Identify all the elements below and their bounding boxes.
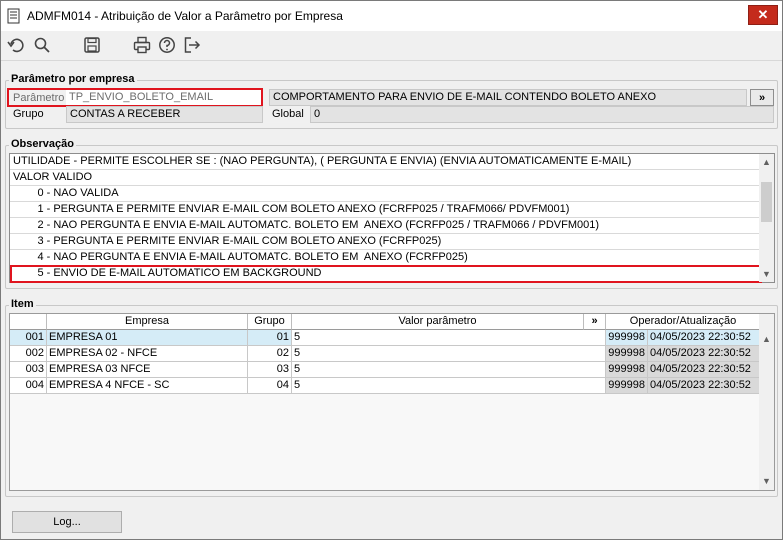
observacao-line: VALOR VALIDO — [10, 170, 760, 186]
log-button[interactable]: Log... — [12, 511, 122, 533]
col-expand-button[interactable]: » — [584, 314, 606, 330]
toolbar — [1, 31, 782, 61]
row-empresa: EMPRESA 4 NFCE - SC — [47, 378, 248, 394]
observacao-line: 2 - NAO PERGUNTA E ENVIA E-MAIL AUTOMATC… — [10, 218, 760, 234]
row-valor[interactable]: 5 — [292, 378, 606, 394]
row-valor[interactable]: 5 — [292, 346, 606, 362]
col-header-empresa[interactable]: Empresa — [47, 314, 248, 330]
row-data: 04/05/2023 22:30:52 — [648, 346, 761, 362]
exit-icon[interactable] — [182, 35, 202, 55]
row-grupo: 04 — [248, 378, 292, 394]
col-header-grupo[interactable]: Grupo — [248, 314, 292, 330]
row-grupo: 02 — [248, 346, 292, 362]
row-code: 004 — [10, 378, 47, 394]
print-icon[interactable] — [132, 35, 152, 55]
row-valor-input[interactable]: 5 — [292, 330, 606, 346]
scroll-thumb[interactable] — [761, 182, 772, 222]
scroll-up-icon[interactable]: ▲ — [762, 334, 771, 344]
item-grid[interactable]: Empresa Grupo Valor parâmetro » Operador… — [9, 313, 775, 491]
observacao-line: 4 - NAO PERGUNTA E ENVIA E-MAIL AUTOMATC… — [10, 250, 760, 266]
highlight-parametro — [7, 88, 263, 107]
undo-icon[interactable] — [6, 35, 26, 55]
scroll-down-icon[interactable]: ▼ — [762, 476, 771, 486]
observacao-scrollbar[interactable]: ▲ ▼ — [759, 154, 774, 282]
app-window: ADMFM014 - Atribuição de Valor a Parâmet… — [0, 0, 783, 540]
col-header-operador[interactable]: Operador/Atualização — [606, 314, 761, 330]
row-code: 001 — [10, 330, 47, 346]
parametro-description: COMPORTAMENTO PARA ENVIO DE E-MAIL CONTE… — [269, 89, 747, 106]
row-grupo: 01 — [248, 330, 292, 346]
close-icon: ✕ — [757, 7, 769, 22]
help-icon[interactable] — [157, 35, 177, 55]
search-icon[interactable] — [32, 35, 52, 55]
scroll-up-icon[interactable]: ▲ — [762, 157, 771, 167]
row-data: 04/05/2023 22:30:52 — [648, 330, 761, 346]
document-icon — [7, 8, 21, 24]
grupo-field: CONTAS A RECEBER — [66, 106, 263, 123]
save-icon[interactable] — [82, 35, 102, 55]
row-grupo: 03 — [248, 362, 292, 378]
scroll-down-icon[interactable]: ▼ — [762, 269, 771, 279]
window-title: ADMFM014 - Atribuição de Valor a Parâmet… — [27, 9, 343, 23]
row-empresa: EMPRESA 01 — [47, 330, 248, 346]
observacao-line: UTILIDADE - PERMITE ESCOLHER SE : (NAO P… — [10, 154, 760, 170]
title-bar: ADMFM014 - Atribuição de Valor a Parâmet… — [1, 1, 782, 31]
col-header-code[interactable] — [10, 314, 47, 330]
highlight-observacao-line — [10, 265, 762, 283]
param-group-legend: Parâmetro por empresa — [9, 73, 137, 85]
row-empresa: EMPRESA 02 - NFCE — [47, 346, 248, 362]
col-header-valor[interactable]: Valor parâmetro — [292, 314, 584, 330]
observacao-line: 3 - PERGUNTA E PERMITE ENVIAR E-MAIL COM… — [10, 234, 760, 250]
global-field: 0 — [310, 106, 774, 123]
item-legend: Item — [9, 298, 36, 310]
close-button[interactable]: ✕ — [748, 5, 778, 25]
observacao-line: 1 - PERGUNTA E PERMITE ENVIAR E-MAIL COM… — [10, 202, 760, 218]
row-operador: 999998 — [606, 346, 648, 362]
row-code: 003 — [10, 362, 47, 378]
row-data: 04/05/2023 22:30:52 — [648, 362, 761, 378]
observacao-legend: Observação — [9, 138, 76, 150]
row-data: 04/05/2023 22:30:52 — [648, 378, 761, 394]
grupo-label: Grupo — [13, 108, 44, 120]
row-operador: 999998 — [606, 330, 648, 346]
expand-description-button[interactable]: » — [750, 89, 774, 106]
row-empresa: EMPRESA 03 NFCE — [47, 362, 248, 378]
observacao-list[interactable]: UTILIDADE - PERMITE ESCOLHER SE : (NAO P… — [9, 153, 775, 283]
row-operador: 999998 — [606, 378, 648, 394]
row-code: 002 — [10, 346, 47, 362]
observacao-line: 0 - NAO VALIDA — [10, 186, 760, 202]
item-scrollbar[interactable]: ▲ ▼ — [759, 314, 774, 490]
row-operador: 999998 — [606, 362, 648, 378]
row-valor[interactable]: 5 — [292, 362, 606, 378]
global-label: Global — [272, 108, 304, 120]
